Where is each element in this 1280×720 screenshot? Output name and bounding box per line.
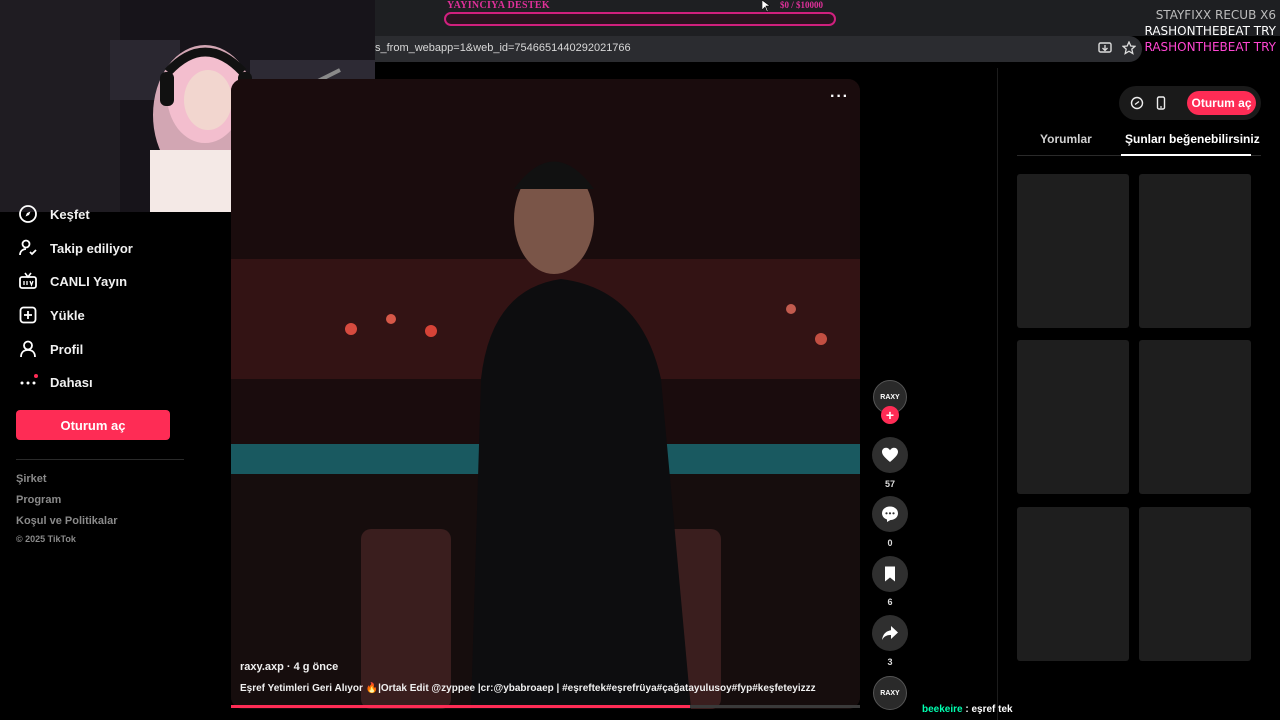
video-more-menu-icon[interactable]: ··· bbox=[830, 88, 849, 106]
coins-icon[interactable] bbox=[1130, 96, 1144, 110]
donation-label: YAYINCIYA DESTEK bbox=[447, 0, 550, 11]
share-icon bbox=[882, 626, 898, 640]
like-button[interactable] bbox=[872, 437, 908, 473]
share-button[interactable] bbox=[872, 615, 908, 651]
overlay-name-line: RASHONTHEBEAT TRY bbox=[1144, 40, 1276, 54]
install-app-icon[interactable] bbox=[1098, 41, 1112, 55]
profile-icon bbox=[20, 340, 36, 358]
comment-icon bbox=[882, 506, 898, 522]
suggested-video-placeholder[interactable] bbox=[1017, 174, 1129, 328]
suggested-video-placeholder[interactable] bbox=[1139, 507, 1251, 661]
footer-link-company[interactable]: Şirket bbox=[16, 473, 47, 485]
sidebar-item-label: Yükle bbox=[50, 307, 85, 323]
mobile-app-icon[interactable] bbox=[1154, 96, 1168, 110]
sidebar-item-live[interactable]: CANLI Yayın bbox=[18, 270, 127, 292]
bookmark-star-icon[interactable] bbox=[1122, 41, 1136, 55]
compass-icon bbox=[19, 205, 37, 223]
sidebar-item-more[interactable]: Dahası bbox=[18, 371, 93, 393]
more-icon bbox=[20, 374, 38, 385]
video-caption: Eşref Yetimleri Geri Alıyor 🔥|Ortak Edit… bbox=[240, 683, 816, 694]
video-progress-fill bbox=[231, 705, 691, 708]
upload-icon bbox=[19, 306, 37, 324]
save-button[interactable] bbox=[872, 556, 908, 592]
active-tab-indicator bbox=[1121, 154, 1251, 156]
sidebar-item-label: Dahası bbox=[50, 374, 93, 390]
url-text[interactable]: s_from_webapp=1&web_id=75466514402920217… bbox=[375, 42, 631, 54]
suggested-video-placeholder[interactable] bbox=[1017, 507, 1129, 661]
donation-progress-bar bbox=[444, 12, 836, 26]
overlay-name-line: STAYFIXX RECUB X6 bbox=[1155, 8, 1276, 22]
comment-button[interactable] bbox=[872, 496, 908, 532]
video-author[interactable]: raxy.axp · 4 g önce bbox=[240, 661, 338, 673]
login-button[interactable]: Oturum aç bbox=[16, 410, 170, 440]
chat-username: beekeire bbox=[922, 704, 963, 715]
heart-icon bbox=[882, 447, 898, 462]
footer-link-terms[interactable]: Koşul ve Politikalar bbox=[16, 515, 117, 527]
sidebar-item-explore[interactable]: Keşfet bbox=[18, 203, 90, 225]
tab-comments[interactable]: Yorumlar bbox=[1040, 132, 1092, 146]
music-disc-avatar[interactable]: RAXY bbox=[873, 676, 907, 710]
share-count: 3 bbox=[887, 657, 893, 667]
follow-button[interactable]: + bbox=[881, 406, 899, 424]
stream-name-overlay: STAYFIXX RECUB X6 RASHONTHEBEAT TRY RASH… bbox=[1144, 7, 1276, 55]
sidebar-item-following[interactable]: Takip ediliyor bbox=[18, 237, 133, 259]
sidebar-item-label: Keşfet bbox=[50, 206, 90, 222]
bookmark-icon bbox=[885, 566, 895, 582]
suggested-video-placeholder[interactable] bbox=[1139, 174, 1251, 328]
tab-suggestions[interactable]: Şunları beğenebilirsiniz bbox=[1125, 132, 1260, 146]
overlay-name-line: RASHONTHEBEAT TRY bbox=[1144, 24, 1276, 38]
video-player[interactable] bbox=[231, 79, 860, 709]
following-icon bbox=[19, 239, 37, 256]
sidebar-item-label: Profil bbox=[50, 341, 84, 357]
sidebar-item-label: Takip ediliyor bbox=[50, 240, 133, 256]
suggested-video-placeholder[interactable] bbox=[1139, 340, 1251, 494]
copyright-text: © 2025 TikTok bbox=[16, 534, 76, 544]
donation-amount: $0 / $10000 bbox=[780, 0, 824, 10]
comment-count: 0 bbox=[887, 538, 893, 548]
video-progress-bar[interactable] bbox=[231, 705, 860, 708]
save-count: 6 bbox=[887, 597, 893, 607]
video-frame bbox=[231, 79, 860, 709]
sidebar-item-profile[interactable]: Profil bbox=[18, 338, 83, 360]
header-login-button[interactable]: Oturum aç bbox=[1187, 91, 1256, 115]
footer-link-program[interactable]: Program bbox=[16, 494, 61, 506]
sidebar-item-label: CANLI Yayın bbox=[50, 273, 128, 289]
suggested-video-placeholder[interactable] bbox=[1017, 340, 1129, 494]
sidebar-item-upload[interactable]: Yükle bbox=[18, 304, 85, 326]
sidebar-divider bbox=[16, 459, 184, 460]
like-count: 57 bbox=[884, 479, 895, 489]
live-tv-icon bbox=[19, 272, 37, 289]
mouse-cursor-icon bbox=[762, 0, 770, 12]
